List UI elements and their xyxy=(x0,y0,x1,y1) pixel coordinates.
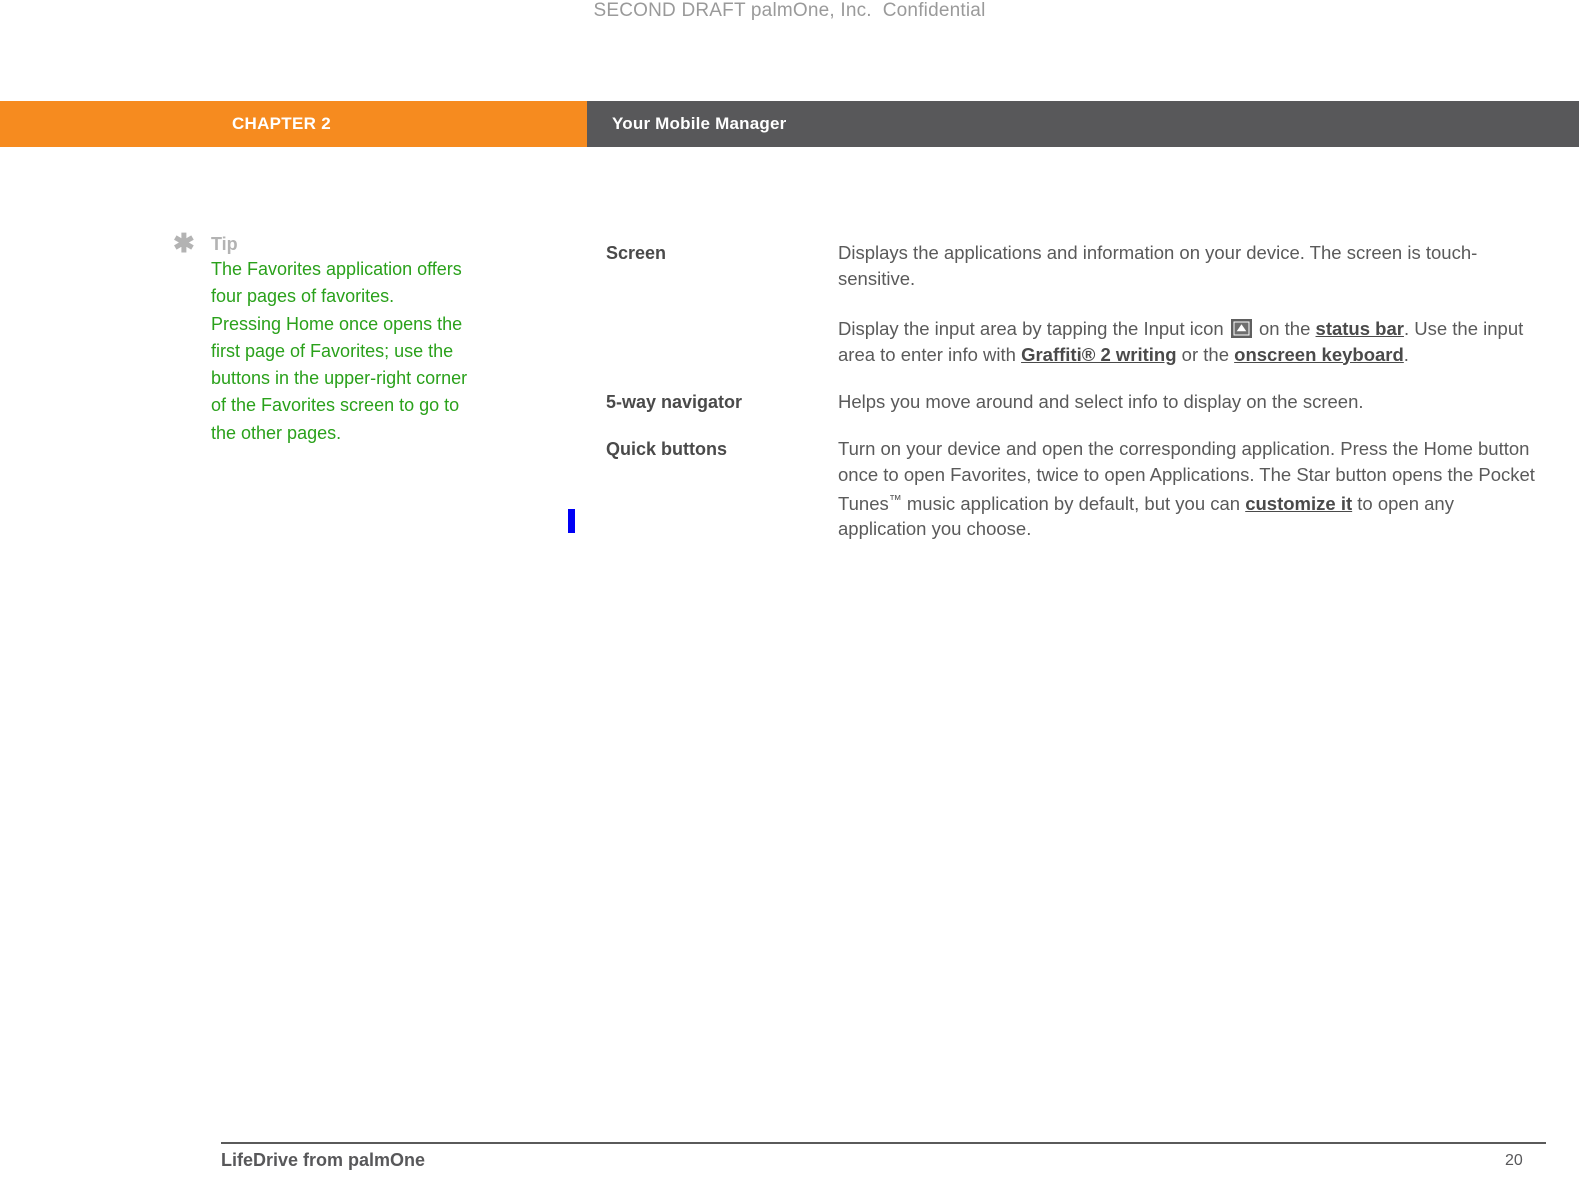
chapter-header-band: CHAPTER 2 Your Mobile Manager xyxy=(0,101,1579,147)
trademark-symbol: ™ xyxy=(888,492,902,507)
definition-text: Helps you move around and select info to… xyxy=(838,391,1364,412)
definition-term: 5-way navigator xyxy=(606,392,743,412)
definition-paragraph: Helps you move around and select info to… xyxy=(838,389,1536,415)
definition-row-quick-buttons: Quick buttons Turn on your device and op… xyxy=(606,436,1536,542)
link-customize-it[interactable]: customize it xyxy=(1245,493,1352,514)
definition-text: . xyxy=(1403,343,1409,365)
definition-row-5-way-navigator: 5-way navigator Helps you move around an… xyxy=(606,389,1536,415)
tip-heading-row: ✱ Tip xyxy=(173,228,473,258)
definition-text: Displays the applications and informatio… xyxy=(838,242,1478,289)
draft-confidential-notice: SECOND DRAFT palmOne, Inc. Confidential xyxy=(593,0,986,21)
definition-description: Turn on your device and open the corresp… xyxy=(838,436,1536,542)
footer-page-number: 20 xyxy=(1505,1152,1523,1169)
definition-paragraph: Displays the applications and informatio… xyxy=(838,240,1536,291)
definition-paragraph: Display the input area by tapping the In… xyxy=(838,316,1536,367)
definition-description: Helps you move around and select info to… xyxy=(838,389,1536,415)
section-title: Your Mobile Manager xyxy=(612,114,787,133)
definition-description: Displays the applications and informatio… xyxy=(838,240,1536,367)
link-status-bar[interactable]: status bar xyxy=(1316,318,1404,339)
tip-callout: ✱ Tip The Favorites application offers f… xyxy=(173,228,473,447)
asterisk-icon: ✱ xyxy=(173,228,195,258)
definition-paragraph: Turn on your device and open the corresp… xyxy=(838,436,1536,542)
link-onscreen-keyboard[interactable]: onscreen keyboard xyxy=(1234,344,1404,365)
definition-row-screen: Screen Displays the applications and inf… xyxy=(606,240,1536,367)
tip-body-text: The Favorites application offers four pa… xyxy=(211,259,468,443)
chapter-label-block: CHAPTER 2 xyxy=(0,101,587,147)
definition-text: or the xyxy=(1176,343,1235,365)
input-area-icon[interactable] xyxy=(1230,319,1252,338)
tip-label: Tip xyxy=(211,234,238,254)
chapter-label: CHAPTER 2 xyxy=(231,114,331,133)
definition-term: Screen xyxy=(606,243,667,263)
footer-divider xyxy=(221,1142,1546,1144)
definition-text: music application by default, but you ca… xyxy=(901,492,1246,514)
link-graffiti-2-writing[interactable]: Graffiti® 2 writing xyxy=(1021,344,1176,365)
row-spacer xyxy=(606,367,1536,389)
footer-product-name: LifeDrive from palmOne xyxy=(221,1150,426,1170)
definition-term: Quick buttons xyxy=(606,439,727,459)
row-spacer xyxy=(606,415,1536,436)
definition-text: Display the input area by tapping the In… xyxy=(838,318,1229,339)
definition-text: on the xyxy=(1253,318,1316,339)
feature-definition-list: Screen Displays the applications and inf… xyxy=(606,240,1536,542)
text-cursor-caret[interactable] xyxy=(568,509,575,533)
section-title-block: Your Mobile Manager xyxy=(587,101,1579,147)
